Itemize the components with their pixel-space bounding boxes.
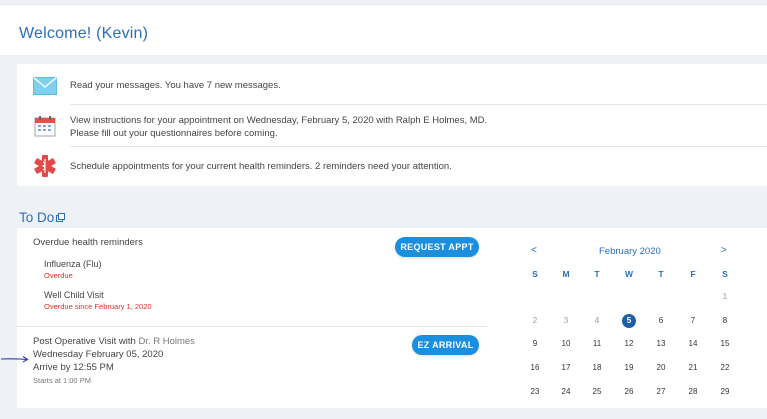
messages-notice[interactable]: Read your messages. You have 7 new messa…: [17, 74, 767, 98]
calendar-weekday-label: S: [722, 269, 728, 279]
appointment-notice[interactable]: View instructions for your appointment o…: [17, 112, 767, 140]
calendar-weekday-label: F: [690, 269, 696, 279]
calendar-day[interactable]: 14: [683, 339, 703, 348]
divider: [70, 104, 767, 105]
calendar-weekday-label: W: [624, 269, 634, 279]
calendar-month-label: February 2020: [599, 246, 661, 257]
notifications-card: Read your messages. You have 7 new messa…: [17, 64, 767, 186]
calendar-day[interactable]: 26: [619, 387, 639, 396]
visit-start-time: Starts at 1:00 PM: [33, 376, 91, 385]
divider: [70, 146, 767, 147]
calendar-weekday-label: T: [658, 269, 664, 279]
visit-title-prefix: Post Operative Visit with: [33, 336, 136, 347]
calendar-day[interactable]: 1: [715, 292, 735, 301]
arrow-annotation-icon: [0, 350, 30, 368]
calendar-day[interactable]: 15: [715, 339, 735, 348]
calendar-day[interactable]: 10: [556, 339, 576, 348]
visit-doctor: Dr. R Holmes: [138, 336, 195, 347]
appointment-notice-line2: Please fill out your questionnaires befo…: [70, 128, 278, 139]
reminder-name[interactable]: Well Child Visit: [44, 290, 104, 300]
request-appt-button[interactable]: REQUEST APPT: [395, 237, 479, 257]
visit-title[interactable]: Post Operative Visit with Dr. R Holmes: [33, 336, 195, 347]
calendar-day[interactable]: 23: [525, 387, 545, 396]
calendar-weekday-label: S: [532, 269, 538, 279]
calendar-day[interactable]: 28: [683, 387, 703, 396]
visit-date: Wednesday February 05, 2020: [33, 349, 164, 360]
calendar-day[interactable]: 7: [683, 316, 703, 325]
calendar-day[interactable]: 18: [587, 363, 607, 372]
calendar-day[interactable]: 11: [587, 339, 607, 348]
divider: [17, 326, 487, 327]
calendar-day[interactable]: 24: [556, 387, 576, 396]
calendar-day[interactable]: 4: [587, 316, 607, 325]
calendar-day[interactable]: 19: [619, 363, 639, 372]
todo-heading[interactable]: To Do: [19, 210, 66, 225]
calendar-day[interactable]: 2: [525, 316, 545, 325]
calendar-day[interactable]: 22: [715, 363, 735, 372]
calendar-day[interactable]: 21: [683, 363, 703, 372]
todo-title-text: To Do: [19, 210, 55, 225]
envelope-icon: [32, 74, 58, 98]
calendar-weekday-label: M: [562, 269, 570, 279]
visit-arrive-time: Arrive by 12:55 PM: [33, 362, 114, 373]
calendar-day[interactable]: 9: [525, 339, 545, 348]
calendar-day[interactable]: 8: [715, 316, 735, 325]
calendar-icon: [32, 114, 58, 138]
calendar-day[interactable]: 16: [525, 363, 545, 372]
reminders-notice-text[interactable]: Schedule appointments for your current h…: [70, 160, 452, 173]
calendar-day[interactable]: 27: [651, 387, 671, 396]
calendar-day[interactable]: 17: [556, 363, 576, 372]
calendar-day[interactable]: 6: [651, 316, 671, 325]
welcome-card: Welcome! (Kevin): [0, 4, 767, 55]
calendar-day[interactable]: 12: [619, 339, 639, 348]
reminder-status: Overdue since February 1, 2020: [44, 302, 152, 311]
appointment-notice-text[interactable]: View instructions for your appointment o…: [70, 114, 487, 140]
calendar-prev-button[interactable]: <: [531, 245, 537, 256]
appointment-notice-line1: View instructions for your appointment o…: [70, 115, 488, 126]
todo-card: Overdue health reminders REQUEST APPT In…: [17, 228, 767, 408]
calendar-day[interactable]: 13: [651, 339, 671, 348]
calendar-next-button[interactable]: >: [721, 245, 727, 256]
reminders-notice[interactable]: Schedule appointments for your current h…: [17, 152, 767, 180]
calendar-weekday-label: T: [594, 269, 600, 279]
calendar-day[interactable]: 29: [715, 387, 735, 396]
messages-notice-text[interactable]: Read your messages. You have 7 new messa…: [70, 79, 281, 92]
page-title: Welcome! (Kevin): [19, 25, 149, 42]
calendar-day[interactable]: 20: [651, 363, 671, 372]
external-link-icon[interactable]: [56, 210, 66, 225]
overdue-reminders-heading: Overdue health reminders: [33, 237, 143, 248]
calendar-day[interactable]: 3: [556, 316, 576, 325]
medical-star-icon: [32, 154, 58, 178]
reminder-name[interactable]: Influenza (Flu): [44, 259, 102, 269]
ez-arrival-button[interactable]: EZ ARRIVAL: [412, 335, 479, 355]
calendar-day[interactable]: 25: [587, 387, 607, 396]
reminder-status: Overdue: [44, 271, 73, 280]
calendar-day[interactable]: 5: [622, 314, 636, 328]
